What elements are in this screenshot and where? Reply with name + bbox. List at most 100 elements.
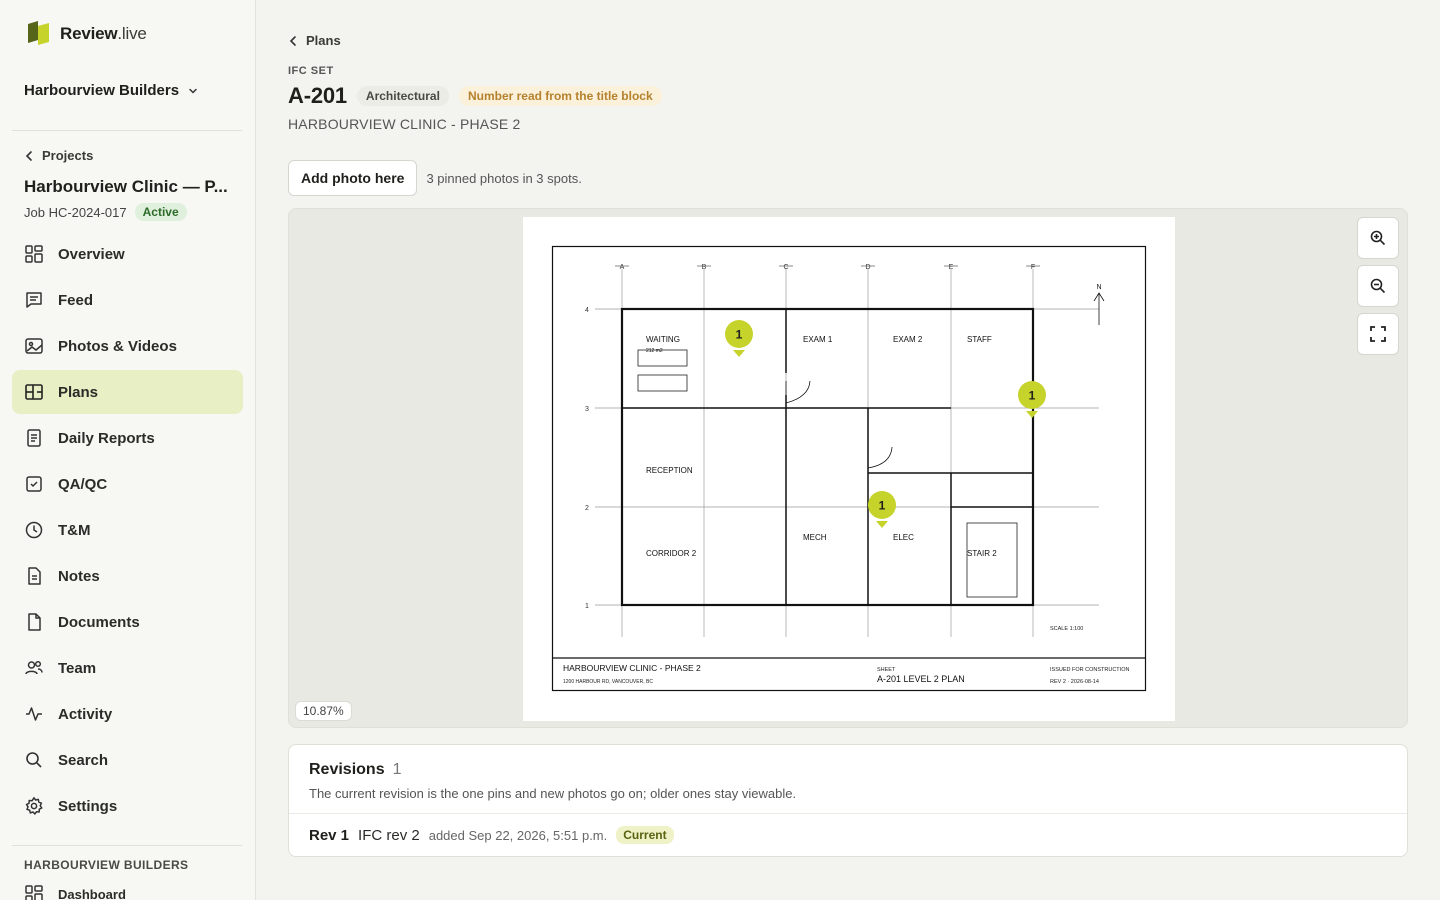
nav-label: Photos & Videos bbox=[58, 337, 177, 355]
plan-viewer[interactable]: A B C D E F 4 3 2 1 WAITING 212 m2 EXAM … bbox=[288, 208, 1408, 728]
nav-label: Search bbox=[58, 751, 109, 769]
nav-label: T&M bbox=[58, 521, 91, 539]
activity-icon bbox=[26, 707, 42, 721]
pin-count: 1 bbox=[1029, 389, 1036, 403]
map-pin-icon: 1 bbox=[725, 320, 753, 357]
photo-pin[interactable]: 1 bbox=[1017, 380, 1047, 420]
note-icon bbox=[28, 567, 41, 585]
chevron-down-icon bbox=[189, 88, 197, 94]
project-meta: Job HC-2024-017 Active bbox=[24, 203, 187, 221]
revision-row[interactable]: Rev 1 IFC rev 2 added Sep 22, 2026, 5:51… bbox=[309, 826, 674, 844]
room-label-reception: RECEPTION bbox=[646, 466, 693, 475]
zoom-in-button[interactable] bbox=[1357, 217, 1399, 259]
nav-item-qaqc[interactable]: QA/QC bbox=[12, 462, 243, 506]
logo-icon bbox=[24, 20, 52, 48]
set-label: IFC SET bbox=[288, 65, 334, 77]
grid-label-row: 1 bbox=[585, 603, 589, 610]
gear-icon bbox=[25, 797, 43, 815]
grid-label-row: 2 bbox=[585, 505, 589, 512]
revision-name: IFC rev 2 bbox=[358, 826, 420, 844]
app-logo[interactable]: Review.live bbox=[24, 20, 147, 48]
room-label-waiting: WAITING bbox=[646, 335, 680, 344]
plan-icon bbox=[25, 384, 43, 400]
nav-item-plans[interactable]: Plans bbox=[12, 370, 243, 414]
revisions-count: 1 bbox=[392, 761, 402, 778]
north-arrow-icon: N bbox=[1093, 284, 1105, 325]
title-block-sheet-name: A-201 LEVEL 2 PLAN bbox=[877, 674, 965, 684]
brand-name: Review bbox=[60, 24, 118, 43]
fullscreen-icon bbox=[1370, 326, 1386, 342]
title-block-issue: ISSUED FOR CONSTRUCTION bbox=[1050, 667, 1129, 673]
map-pin-icon: 1 bbox=[1018, 381, 1046, 418]
brand-suffix: .live bbox=[117, 24, 147, 43]
nav-item-tm[interactable]: T&M bbox=[12, 508, 243, 552]
team-icon bbox=[25, 660, 43, 675]
nav-item-daily-reports[interactable]: Daily Reports bbox=[12, 416, 243, 460]
nav-label: Overview bbox=[58, 245, 125, 263]
nav-item-documents[interactable]: Documents bbox=[12, 600, 243, 644]
nav-item-settings[interactable]: Settings bbox=[12, 784, 243, 828]
org-name: Harbourview Builders bbox=[24, 82, 180, 99]
revisions-title: Revisions bbox=[309, 761, 385, 778]
room-label-corridor: CORRIDOR 2 bbox=[646, 549, 697, 558]
nav-item-feed[interactable]: Feed bbox=[12, 278, 243, 322]
project-nav: Overview Feed Photos & Videos Plans Dail… bbox=[12, 232, 243, 830]
grid-icon bbox=[25, 885, 43, 900]
nav-label: Notes bbox=[58, 567, 100, 585]
zoom-in-icon bbox=[1370, 230, 1386, 246]
title-block-project: HARBOURVIEW CLINIC - PHASE 2 bbox=[563, 663, 701, 673]
number-source-badge: Number read from the title block bbox=[458, 86, 662, 106]
nav-item-activity[interactable]: Activity bbox=[12, 692, 243, 736]
current-badge: Current bbox=[616, 826, 674, 844]
nav-label: Documents bbox=[58, 613, 140, 631]
sidebar-divider bbox=[12, 130, 242, 131]
grid-label-col: E bbox=[949, 264, 954, 271]
sheet-number: A-201 bbox=[288, 83, 347, 108]
pin-count: 1 bbox=[736, 328, 743, 342]
zoom-controls bbox=[1357, 217, 1399, 355]
nav-item-notes[interactable]: Notes bbox=[12, 554, 243, 598]
revisions-panel: Revisions 1 The current revision is the … bbox=[288, 744, 1408, 857]
document-icon bbox=[28, 613, 41, 631]
chevron-left-icon bbox=[289, 35, 296, 46]
grid-label-col: A bbox=[620, 264, 625, 271]
grid-label-col: F bbox=[1031, 264, 1035, 271]
add-photo-button[interactable]: Add photo here bbox=[288, 160, 418, 196]
nav-label: Feed bbox=[58, 291, 94, 309]
nav-label: Dashboard bbox=[58, 886, 126, 900]
room-label-exam1: EXAM 1 bbox=[803, 335, 833, 344]
grid-icon bbox=[25, 245, 43, 263]
job-number: Job HC-2024-017 bbox=[24, 204, 127, 220]
back-to-projects-link[interactable]: Projects bbox=[24, 148, 93, 163]
image-icon bbox=[25, 338, 43, 354]
zoom-out-icon bbox=[1370, 278, 1386, 294]
zoom-level-readout: 10.87% bbox=[295, 701, 352, 721]
north-label: N bbox=[1096, 284, 1101, 291]
room-label-mech: MECH bbox=[803, 533, 827, 542]
nav-item-search[interactable]: Search bbox=[12, 738, 243, 782]
room-label-exam2: EXAM 2 bbox=[893, 335, 923, 344]
room-label-elec: ELEC bbox=[893, 533, 914, 542]
grid-label-col: B bbox=[702, 264, 707, 271]
clock-icon bbox=[25, 521, 43, 539]
check-square-icon bbox=[26, 476, 42, 492]
nav-item-dashboard[interactable]: Dashboard bbox=[24, 884, 126, 900]
status-badge: Active bbox=[134, 203, 187, 221]
plan-sheet[interactable]: A B C D E F 4 3 2 1 WAITING 212 m2 EXAM … bbox=[523, 217, 1175, 721]
nav-item-team[interactable]: Team bbox=[12, 646, 243, 690]
breadcrumb-plans[interactable]: Plans bbox=[288, 33, 341, 48]
sheet-title: HARBOURVIEW CLINIC - PHASE 2 bbox=[288, 116, 521, 132]
zoom-out-button[interactable] bbox=[1357, 265, 1399, 307]
report-icon bbox=[27, 429, 41, 447]
nav-label: Plans bbox=[58, 383, 99, 401]
title-block-address: 1200 HARBOUR RD, VANCOUVER, BC bbox=[563, 679, 653, 685]
nav-item-overview[interactable]: Overview bbox=[12, 232, 243, 276]
org-switcher[interactable]: Harbourview Builders bbox=[24, 82, 199, 99]
photo-pin[interactable]: 1 bbox=[867, 490, 897, 530]
photo-pin[interactable]: 1 bbox=[724, 319, 754, 359]
chevron-left-icon bbox=[25, 150, 32, 161]
nav-item-photos-videos[interactable]: Photos & Videos bbox=[12, 324, 243, 368]
revision-number: Rev 1 bbox=[309, 826, 350, 844]
fit-to-screen-button[interactable] bbox=[1357, 313, 1399, 355]
revisions-description: The current revision is the one pins and… bbox=[309, 786, 797, 801]
